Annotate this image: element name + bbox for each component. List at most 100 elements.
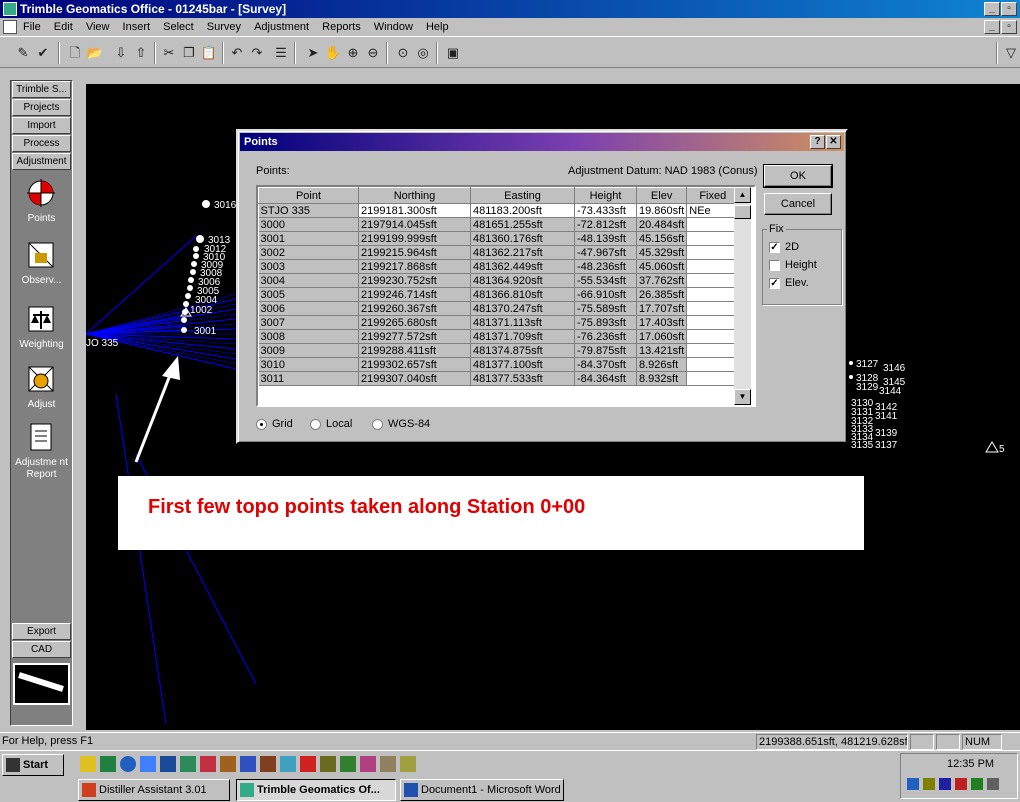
zoom-in-icon[interactable]: ⊕ bbox=[344, 44, 362, 62]
table-cell[interactable]: 2199265.680sft bbox=[358, 315, 471, 330]
table-cell[interactable]: -55.534sft bbox=[574, 273, 637, 288]
menu-view[interactable]: View bbox=[81, 18, 115, 36]
table-cell[interactable]: 2197914.045sft bbox=[358, 217, 471, 232]
tray-icon[interactable] bbox=[923, 778, 935, 790]
quicklaunch-icon[interactable] bbox=[280, 756, 296, 772]
quicklaunch-icon[interactable] bbox=[240, 756, 256, 772]
table-cell[interactable]: 20.484sft bbox=[636, 217, 688, 232]
sidebar-import[interactable]: Import bbox=[12, 117, 71, 134]
table-cell[interactable]: 481366.810sft bbox=[470, 287, 575, 302]
table-cell[interactable]: 3003 bbox=[258, 259, 359, 274]
table-cell[interactable]: 3007 bbox=[258, 315, 359, 330]
wgs84-radio[interactable] bbox=[372, 419, 383, 430]
table-row[interactable]: 3004 2199230.752sft 481364.920sft -55.534sf… bbox=[258, 273, 740, 288]
table-row[interactable]: 3008 2199277.572sft 481371.709sft -76.236sf… bbox=[258, 329, 740, 344]
zoom-window-icon[interactable]: ⊙ bbox=[394, 44, 412, 62]
browser-icon[interactable] bbox=[120, 756, 136, 772]
menu-survey[interactable]: Survey bbox=[202, 18, 246, 36]
ok-button[interactable]: OK bbox=[763, 164, 833, 188]
quicklaunch-icon[interactable] bbox=[80, 756, 96, 772]
table-cell[interactable]: 481377.533sft bbox=[470, 371, 575, 386]
sidebar-cad[interactable]: CAD bbox=[12, 641, 71, 658]
quicklaunch-icon[interactable] bbox=[200, 756, 216, 772]
quicklaunch-icon[interactable] bbox=[100, 756, 116, 772]
menu-file[interactable]: File bbox=[18, 18, 46, 36]
table-cell[interactable]: -48.236sft bbox=[574, 259, 637, 274]
fix-elev-checkbox[interactable]: ✓ bbox=[769, 278, 780, 289]
table-cell[interactable] bbox=[686, 357, 740, 372]
table-cell[interactable] bbox=[686, 217, 740, 232]
table-cell[interactable]: 17.707sft bbox=[636, 301, 688, 316]
tray-icon[interactable] bbox=[907, 778, 919, 790]
table-cell[interactable]: 481371.709sft bbox=[470, 329, 575, 344]
table-cell[interactable]: -48.139sft bbox=[574, 231, 637, 246]
help-button[interactable]: ? bbox=[810, 135, 825, 149]
table-cell[interactable] bbox=[686, 371, 740, 386]
table-cell[interactable] bbox=[686, 329, 740, 344]
col-point[interactable]: Point bbox=[258, 187, 359, 204]
table-cell[interactable]: 45.060sft bbox=[636, 259, 688, 274]
task-distiller[interactable]: Distiller Assistant 3.01 bbox=[78, 779, 230, 801]
table-cell[interactable]: 2199246.714sft bbox=[358, 287, 471, 302]
table-cell[interactable] bbox=[686, 231, 740, 246]
table-cell[interactable]: 481362.449sft bbox=[470, 259, 575, 274]
table-cell[interactable]: STJO 335 bbox=[258, 203, 359, 218]
close-button[interactable]: ✕ bbox=[826, 135, 841, 149]
table-cell[interactable]: -47.967sft bbox=[574, 245, 637, 260]
pan-hand-icon[interactable]: ✋ bbox=[324, 44, 342, 62]
sidebar-process[interactable]: Process bbox=[12, 135, 71, 152]
table-row[interactable]: 3002 2199215.964sft 481362.217sft -47.967sf… bbox=[258, 245, 740, 260]
table-cell[interactable]: -84.364sft bbox=[574, 371, 637, 386]
table-cell[interactable]: -79.875sft bbox=[574, 343, 637, 358]
menu-help[interactable]: Help bbox=[421, 18, 454, 36]
points-grid[interactable]: Point Northing Easting Height Elev Fixed… bbox=[256, 185, 756, 407]
check-icon[interactable]: ✔ bbox=[34, 44, 52, 62]
tray-icon[interactable] bbox=[939, 778, 951, 790]
table-cell[interactable]: 2199199.999sft bbox=[358, 231, 471, 246]
col-northing[interactable]: Northing bbox=[358, 187, 471, 204]
grid-scrollbar[interactable]: ▲ ▼ bbox=[734, 187, 751, 405]
import-icon[interactable]: ⇩ bbox=[112, 44, 130, 62]
trimble-app-icon[interactable] bbox=[3, 2, 17, 16]
local-radio[interactable] bbox=[310, 419, 321, 430]
table-cell[interactable]: 3000 bbox=[258, 217, 359, 232]
task-word[interactable]: Document1 - Microsoft Word bbox=[400, 779, 564, 801]
table-cell[interactable]: 8.932sft bbox=[636, 371, 688, 386]
start-button[interactable]: Start bbox=[2, 754, 64, 776]
table-cell[interactable]: 2199230.752sft bbox=[358, 273, 471, 288]
table-cell[interactable]: 45.156sft bbox=[636, 231, 688, 246]
table-row[interactable]: 3011 2199307.040sft 481377.533sft -84.364sf… bbox=[258, 371, 740, 386]
sidebar-adjustment[interactable]: Adjustment bbox=[12, 153, 71, 170]
quicklaunch-icon[interactable] bbox=[300, 756, 316, 772]
doc-minimize-button[interactable]: _ bbox=[984, 20, 1000, 34]
scroll-down-icon[interactable]: ▼ bbox=[734, 389, 751, 405]
menu-reports[interactable]: Reports bbox=[317, 18, 366, 36]
col-elev[interactable]: Elev bbox=[635, 187, 688, 204]
table-cell[interactable]: 481377.100sft bbox=[470, 357, 575, 372]
table-cell[interactable]: 3011 bbox=[258, 371, 359, 386]
table-cell[interactable]: -76.236sft bbox=[574, 329, 637, 344]
menu-select[interactable]: Select bbox=[158, 18, 199, 36]
table-cell[interactable]: 481651.255sft bbox=[470, 217, 575, 232]
sidebar-export[interactable]: Export bbox=[12, 623, 71, 640]
properties-icon[interactable]: ☰ bbox=[272, 44, 290, 62]
table-row[interactable]: 3000 2197914.045sft 481651.255sft -72.812sf… bbox=[258, 217, 740, 232]
quicklaunch-icon[interactable] bbox=[220, 756, 236, 772]
export-icon[interactable]: ⇧ bbox=[132, 44, 150, 62]
clock[interactable]: 12:35 PM bbox=[947, 758, 994, 770]
quicklaunch-icon[interactable] bbox=[160, 756, 176, 772]
table-cell[interactable]: 17.403sft bbox=[636, 315, 688, 330]
table-cell[interactable]: 26.385sft bbox=[636, 287, 688, 302]
doc-restore-button[interactable]: ▫ bbox=[1001, 20, 1017, 34]
sidebar-trimble-survey[interactable]: Trimble S... bbox=[12, 81, 71, 98]
table-cell[interactable]: 481360.176sft bbox=[470, 231, 575, 246]
paste-icon[interactable]: 📋 bbox=[200, 44, 218, 62]
table-cell[interactable] bbox=[686, 343, 740, 358]
table-cell[interactable]: 3002 bbox=[258, 245, 359, 260]
task-trimble[interactable]: Trimble Geomatics Of... bbox=[236, 779, 396, 801]
quicklaunch-icon[interactable] bbox=[320, 756, 336, 772]
table-cell[interactable]: -75.589sft bbox=[574, 301, 637, 316]
undo-icon[interactable]: ↶ bbox=[228, 44, 246, 62]
col-height[interactable]: Height bbox=[574, 187, 637, 204]
grid-radio[interactable] bbox=[256, 419, 267, 430]
